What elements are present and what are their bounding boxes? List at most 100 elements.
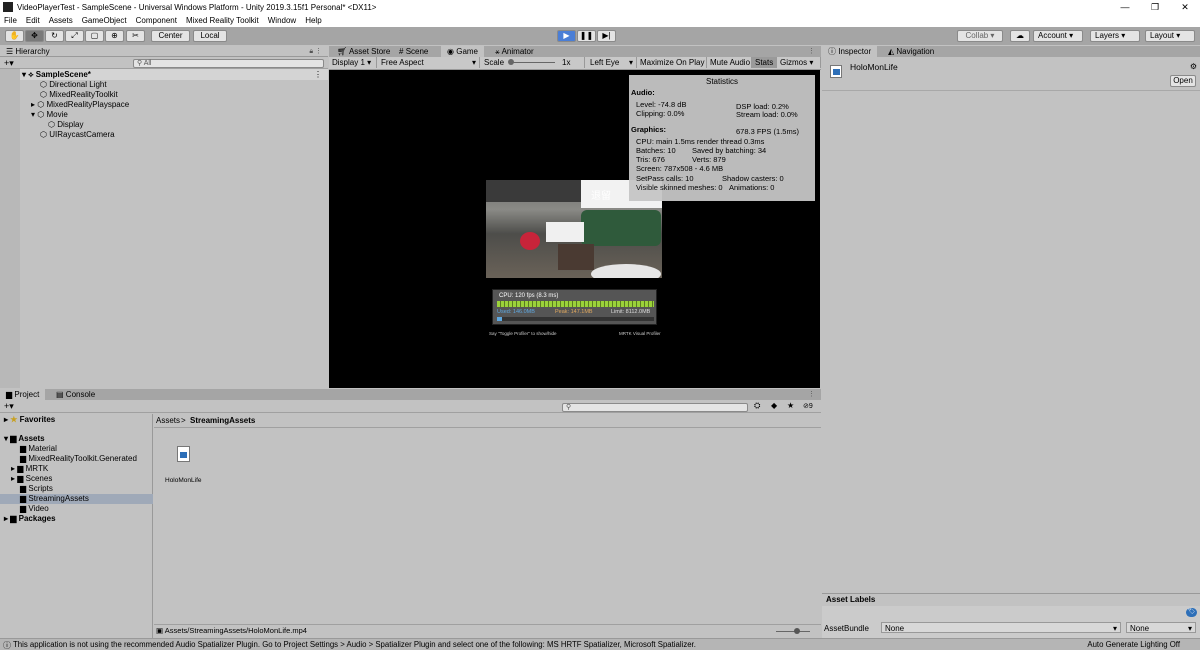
custom-tool-icon[interactable]: ✂ <box>126 30 145 42</box>
tree-item[interactable]: ▆ MixedRealityToolkit.Generated <box>20 454 137 464</box>
tab-navigation[interactable]: ◭ Navigation <box>882 46 940 57</box>
auto-lighting-status[interactable]: Auto Generate Lighting Off <box>1087 640 1180 649</box>
tab-hierarchy[interactable]: ☰ Hierarchy <box>0 46 56 57</box>
tree-item[interactable]: ▆ Video <box>20 504 49 514</box>
tab-inspector[interactable]: ⓘ Inspector <box>822 46 878 57</box>
tree-item[interactable]: ▸ ▆ Packages <box>4 514 56 524</box>
hierarchy-item[interactable]: ⬡ Directional Light <box>40 80 107 90</box>
collab-button[interactable]: Collab ▾ <box>957 30 1003 42</box>
filter-type-icon[interactable]: ⛭ <box>754 401 760 411</box>
add-icon[interactable]: +▾ <box>4 58 14 69</box>
video-file-icon-glyph <box>180 452 187 458</box>
layers-label: Layers <box>1095 31 1120 40</box>
gameobject-icon: ⬡ <box>40 90 47 99</box>
info-icon: ⓘ <box>828 47 836 56</box>
tab-scene[interactable]: # Scene <box>393 46 434 57</box>
tree-item[interactable]: ▸ ▆ Scenes <box>11 474 52 484</box>
search-icon: ⚲ <box>566 404 572 411</box>
tree-item[interactable]: ▾ ▆ Assets <box>4 434 45 444</box>
hierarchy-item[interactable]: ⬡ UIRaycastCamera <box>40 130 115 140</box>
hidden-packages-icon[interactable]: ⊘9 <box>803 402 813 410</box>
menu-window[interactable]: Window <box>268 16 296 25</box>
menu-gameobject[interactable]: GameObject <box>82 16 127 25</box>
pivot-center-button[interactable]: Center <box>151 30 190 42</box>
close-button[interactable]: ✕ <box>1170 0 1200 14</box>
gizmos-dropdown[interactable]: Gizmos ▾ <box>777 57 821 68</box>
tab-label: Console <box>65 390 96 399</box>
maximize-button[interactable]: ❐ <box>1140 0 1170 14</box>
hierarchy-item-label: UIRaycastCamera <box>49 130 115 139</box>
tab-project[interactable]: ▆ Project <box>0 389 46 400</box>
transform-tool-icon[interactable]: ⊕ <box>105 30 124 42</box>
pause-button[interactable]: ❚❚ <box>577 30 596 42</box>
filter-label-icon[interactable]: ◆ <box>771 401 777 410</box>
lock-icon[interactable]: 🔒︎ ⋮ <box>309 47 322 56</box>
hierarchy-item[interactable]: ▾ ⬡ Movie <box>31 110 68 120</box>
asset-tile[interactable]: HoloMonLife <box>165 446 205 488</box>
tab-animator[interactable]: ⚹ Animator <box>489 46 540 57</box>
menu-assets[interactable]: Assets <box>49 16 73 25</box>
tree-item-selected[interactable]: ▆ StreamingAssets <box>0 494 153 504</box>
favorite-star-icon[interactable]: ★ <box>787 401 794 410</box>
hand-tool-icon[interactable]: ✋ <box>5 30 24 42</box>
video-table <box>546 222 584 242</box>
tab-asset-store[interactable]: 🛒︎ Asset Store <box>331 46 396 57</box>
lock-icon[interactable]: ⋮ <box>808 47 815 55</box>
eye-label: Left Eye <box>590 58 620 67</box>
menu-component[interactable]: Component <box>136 16 177 25</box>
maximize-on-play-toggle[interactable]: Maximize On Play <box>637 57 707 68</box>
eye-dropdown[interactable]: Left Eye ▾ <box>587 57 637 68</box>
layout-dropdown[interactable]: Layout ▾ <box>1145 30 1195 42</box>
display-dropdown[interactable]: Display 1 ▾ <box>329 57 377 68</box>
menu-edit[interactable]: Edit <box>26 16 40 25</box>
open-button[interactable]: Open <box>1170 75 1196 87</box>
step-button[interactable]: ▶| <box>597 30 616 42</box>
scale-thumb[interactable] <box>508 59 514 65</box>
icon-size-slider-thumb[interactable] <box>794 628 800 634</box>
tree-item[interactable]: ▆ Material <box>20 444 57 454</box>
pivot-local-button[interactable]: Local <box>193 30 227 42</box>
project-search-input[interactable]: ⚲ <box>562 403 748 412</box>
status-message[interactable]: This application is not using the recomm… <box>13 640 696 649</box>
play-button[interactable]: ▶ <box>557 30 576 42</box>
mute-label: Mute Audio <box>710 58 751 67</box>
menu-help[interactable]: Help <box>305 16 321 25</box>
stats-fps: 678.3 FPS (1.5ms) <box>736 127 799 136</box>
hierarchy-item[interactable]: ⬡ MixedRealityToolkit <box>40 90 118 100</box>
aspect-dropdown[interactable]: Free Aspect ▾ <box>378 57 480 68</box>
asset-labels-header: Asset Labels <box>826 595 876 604</box>
tab-console[interactable]: ▤ Console <box>50 389 101 400</box>
layers-dropdown[interactable]: Layers ▾ <box>1090 30 1140 42</box>
scale-tool-icon[interactable]: ⤢ <box>65 30 84 42</box>
cloud-icon[interactable]: ☁ <box>1010 30 1030 42</box>
profiler-caption-right: MRTK Visual Profiler <box>619 331 661 336</box>
gear-icon[interactable]: ⚙ <box>1190 62 1197 71</box>
favorites-row[interactable]: ▸ ★ Favorites <box>4 415 55 425</box>
stats-toggle[interactable]: Stats <box>752 57 777 68</box>
lock-icon[interactable]: ⋮ <box>808 390 815 398</box>
menu-mrtk[interactable]: Mixed Reality Toolkit <box>186 16 259 25</box>
hierarchy-item[interactable]: ⬡ Display <box>48 120 83 130</box>
account-dropdown[interactable]: Account ▾ <box>1033 30 1083 42</box>
tree-item[interactable]: ▆ Scripts <box>20 484 53 494</box>
breadcrumb-root[interactable]: Assets <box>156 416 180 425</box>
add-icon[interactable]: +▾ <box>4 401 14 412</box>
menu-file[interactable]: File <box>4 16 17 25</box>
minimize-button[interactable]: — <box>1110 0 1140 14</box>
asset-bundle-variant-dropdown[interactable]: None ▾ <box>1126 622 1196 633</box>
hierarchy-scene-row[interactable]: ▾ ⟡ SampleScene* <box>22 70 91 80</box>
tree-item[interactable]: ▸ ▆ MRTK <box>11 464 48 474</box>
tag-icon[interactable]: 🏷︎ <box>1186 608 1197 617</box>
hierarchy-search-input[interactable]: ⚲ All <box>133 59 324 68</box>
scene-menu-icon[interactable]: ⋮ <box>314 70 322 79</box>
breadcrumb-current[interactable]: StreamingAssets <box>190 416 255 425</box>
hierarchy-item[interactable]: ▸ ⬡ MixedRealityPlayspace <box>31 100 129 110</box>
scale-slider[interactable]: Scale 1x <box>481 57 585 68</box>
rect-tool-icon[interactable]: ▢ <box>85 30 104 42</box>
tab-game[interactable]: ◉ Game <box>441 46 485 57</box>
asset-bundle-dropdown[interactable]: None ▾ <box>881 622 1121 633</box>
rotate-tool-icon[interactable]: ↻ <box>45 30 64 42</box>
move-tool-icon[interactable]: ✥ <box>25 30 44 42</box>
exit-label[interactable]: 退留 <box>591 187 611 202</box>
mute-audio-toggle[interactable]: Mute Audio <box>707 57 752 68</box>
